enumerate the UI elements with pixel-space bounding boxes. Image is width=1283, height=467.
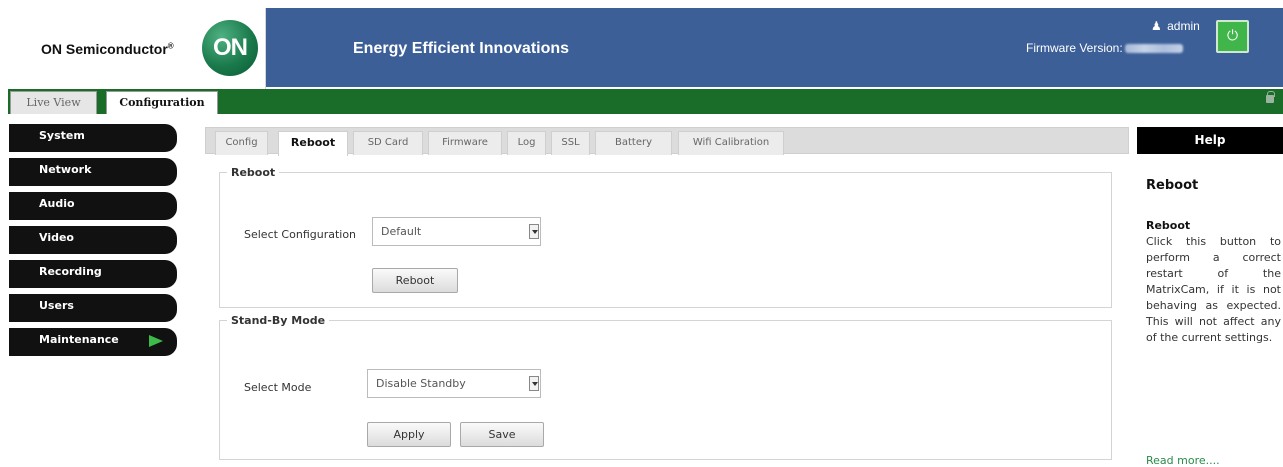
on-logo: ON [202,20,258,76]
configuration-select[interactable]: Default [372,217,541,246]
power-icon[interactable]: ⏻ [1216,20,1249,53]
sidebar-item-system[interactable]: System [9,124,177,152]
sub-tab-bar: Config Reboot SD Card Firmware Log SSL B… [205,127,1129,156]
firmware-label: Firmware Version: [1026,41,1123,55]
main-tab-bar: Live View Configuration [8,89,1283,114]
apply-button[interactable]: Apply [367,422,451,447]
help-title: Reboot [1146,178,1199,193]
select-configuration-label: Select Configuration [244,228,357,241]
tagline: Energy Efficient Innovations [353,40,570,57]
sidebar: System Network Audio Video Recording Use… [9,124,177,362]
standby-section: Stand-By Mode Select Mode Disable Standb… [219,314,1112,460]
mode-select-value: Disable Standby [376,377,466,390]
tab-reboot[interactable]: Reboot [278,131,348,156]
configuration-select-value: Default [381,225,422,238]
tab-live-view[interactable]: Live View [10,91,97,114]
help-panel: Help Reboot Reboot Click this button to … [1137,127,1283,467]
tab-log[interactable]: Log [507,131,546,155]
sidebar-item-audio[interactable]: Audio [9,192,177,220]
help-subtitle: Reboot [1146,219,1191,232]
main-content: Config Reboot SD Card Firmware Log SSL B… [205,127,1129,467]
brand-name: ON Semiconductor® [41,41,174,57]
mode-select[interactable]: Disable Standby [367,369,541,398]
tab-wifi-calibration[interactable]: Wifi Calibration [678,131,784,155]
sidebar-item-maintenance[interactable]: Maintenance [9,328,177,356]
help-body: Click this button to perform a correct r… [1146,235,1281,344]
header: ON Semiconductor® ON Energy Efficient In… [0,0,1283,89]
read-more-link[interactable]: Read more.... [1146,454,1220,467]
tab-configuration[interactable]: Configuration [106,91,218,114]
help-header: Help [1137,127,1283,154]
sidebar-item-users[interactable]: Users [9,294,177,322]
user-menu[interactable]: ♟ admin [1151,19,1200,33]
chevron-right-icon [149,335,163,347]
reboot-legend: Reboot [231,166,276,179]
firmware-value-redacted [1124,44,1183,54]
tab-battery[interactable]: Battery [595,131,672,155]
tab-config[interactable]: Config [215,131,268,155]
sidebar-item-label: Maintenance [39,333,119,346]
logo-area: ON Semiconductor® ON [8,8,266,89]
sidebar-item-video[interactable]: Video [9,226,177,254]
dropdown-arrow-icon [529,224,539,239]
firmware-version: Firmware Version: [1026,41,1183,55]
reboot-section: Reboot Select Configuration Default Rebo… [219,166,1112,308]
save-button[interactable]: Save [460,422,544,447]
reboot-button[interactable]: Reboot [372,268,458,293]
dropdown-arrow-icon [529,376,539,391]
standby-legend: Stand-By Mode [231,314,326,327]
sidebar-item-recording[interactable]: Recording [9,260,177,288]
username: admin [1167,19,1200,33]
user-icon: ♟ [1151,19,1162,33]
tab-sd-card[interactable]: SD Card [353,131,423,155]
select-mode-label: Select Mode [244,381,312,394]
header-bar: Energy Efficient Innovations ♟ admin Fir… [266,8,1283,87]
lock-icon[interactable] [1266,91,1275,103]
tab-firmware[interactable]: Firmware [428,131,502,155]
tab-ssl[interactable]: SSL [551,131,590,155]
sidebar-item-network[interactable]: Network [9,158,177,186]
